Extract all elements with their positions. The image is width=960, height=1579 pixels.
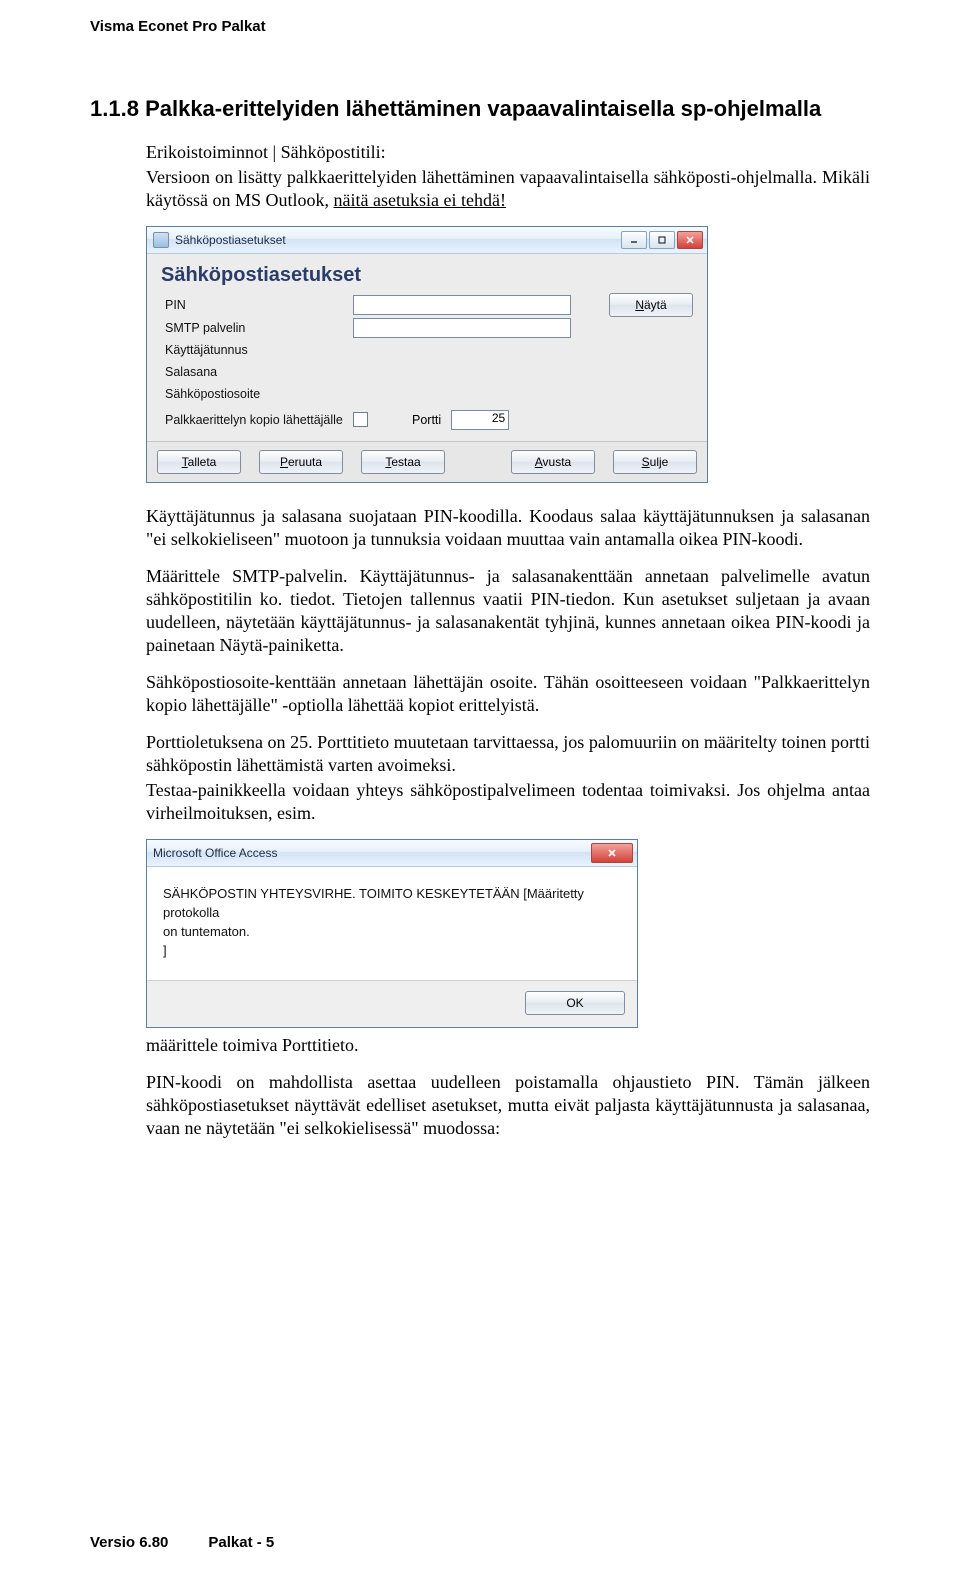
port-label: Portti xyxy=(412,413,441,427)
err-close-button[interactable] xyxy=(591,843,633,863)
page-header: Visma Econet Pro Palkat xyxy=(90,18,870,35)
pin-input[interactable] xyxy=(353,295,571,315)
intro-paragraph: Versioon on lisätty palkkaerittelyiden l… xyxy=(146,166,870,212)
paragraph-test-button: Testaa-painikkeella voidaan yhteys sähkö… xyxy=(146,779,870,825)
dialog-heading: Sähköpostiasetukset xyxy=(147,254,707,289)
password-label: Salasana xyxy=(165,365,345,379)
test-button[interactable]: Testaa xyxy=(361,450,445,474)
error-dialog: Microsoft Office Access SÄHKÖPOSTIN YHTE… xyxy=(146,839,638,1028)
paragraph-define-port: määrittele toimiva Porttitieto. xyxy=(146,1034,870,1057)
minimize-button[interactable] xyxy=(621,231,647,249)
page-footer: Versio 6.80 Palkat - 5 xyxy=(90,1534,274,1551)
paragraph-email-field: Sähköpostiosoite-kenttään annetaan lähet… xyxy=(146,671,870,717)
section-number: 1.1.8 xyxy=(90,96,139,121)
dialog-title: Sähköpostiasetukset xyxy=(175,233,286,247)
email-settings-dialog: Sähköpostiasetukset Sähköpostiasetukset … xyxy=(146,226,708,483)
section-title: 1.1.8 Palkka-erittelyiden lähettäminen v… xyxy=(90,95,870,123)
cancel-button[interactable]: Peruuta xyxy=(259,450,343,474)
footer-page: Palkat - 5 xyxy=(208,1534,274,1551)
copy-to-sender-label: Palkkaerittelyn kopio lähettäjälle xyxy=(165,413,345,427)
port-input[interactable]: 25 xyxy=(451,410,509,430)
email-label: Sähköpostiosoite xyxy=(165,387,345,401)
dialog-titlebar: Sähköpostiasetukset xyxy=(147,227,707,254)
error-message: SÄHKÖPOSTIN YHTEYSVIRHE. TOIMITO KESKEYT… xyxy=(147,867,637,980)
close-dialog-button[interactable]: Sulje xyxy=(613,450,697,474)
paragraph-port-default: Porttioletuksena on 25. Porttitieto muut… xyxy=(146,731,870,777)
save-button[interactable]: Talleta xyxy=(157,450,241,474)
paragraph-pin-info: Käyttäjätunnus ja salasana suojataan PIN… xyxy=(146,505,870,551)
app-icon xyxy=(153,232,169,248)
error-titlebar: Microsoft Office Access xyxy=(147,840,637,867)
breadcrumb-path: Erikoistoiminnot | Sähköpostitili: xyxy=(146,141,870,164)
smtp-input[interactable] xyxy=(353,318,571,338)
close-button[interactable] xyxy=(677,231,703,249)
pin-label: PIN xyxy=(165,298,345,312)
smtp-label: SMTP palvelin xyxy=(165,321,345,335)
paragraph-pin-reset: PIN-koodi on mahdollista asettaa uudelle… xyxy=(146,1071,870,1140)
user-label: Käyttäjätunnus xyxy=(165,343,345,357)
show-button[interactable]: Näytä xyxy=(609,293,693,317)
error-dialog-title: Microsoft Office Access xyxy=(153,846,277,860)
footer-version: Versio 6.80 xyxy=(90,1534,168,1551)
section-heading: Palkka-erittelyiden lähettäminen vapaava… xyxy=(145,96,821,121)
paragraph-smtp-info: Määrittele SMTP-palvelin. Käyttäjätunnus… xyxy=(146,565,870,657)
maximize-button[interactable] xyxy=(649,231,675,249)
copy-to-sender-checkbox[interactable] xyxy=(353,412,368,427)
ok-button[interactable]: OK xyxy=(525,991,625,1015)
help-button[interactable]: Avusta xyxy=(511,450,595,474)
